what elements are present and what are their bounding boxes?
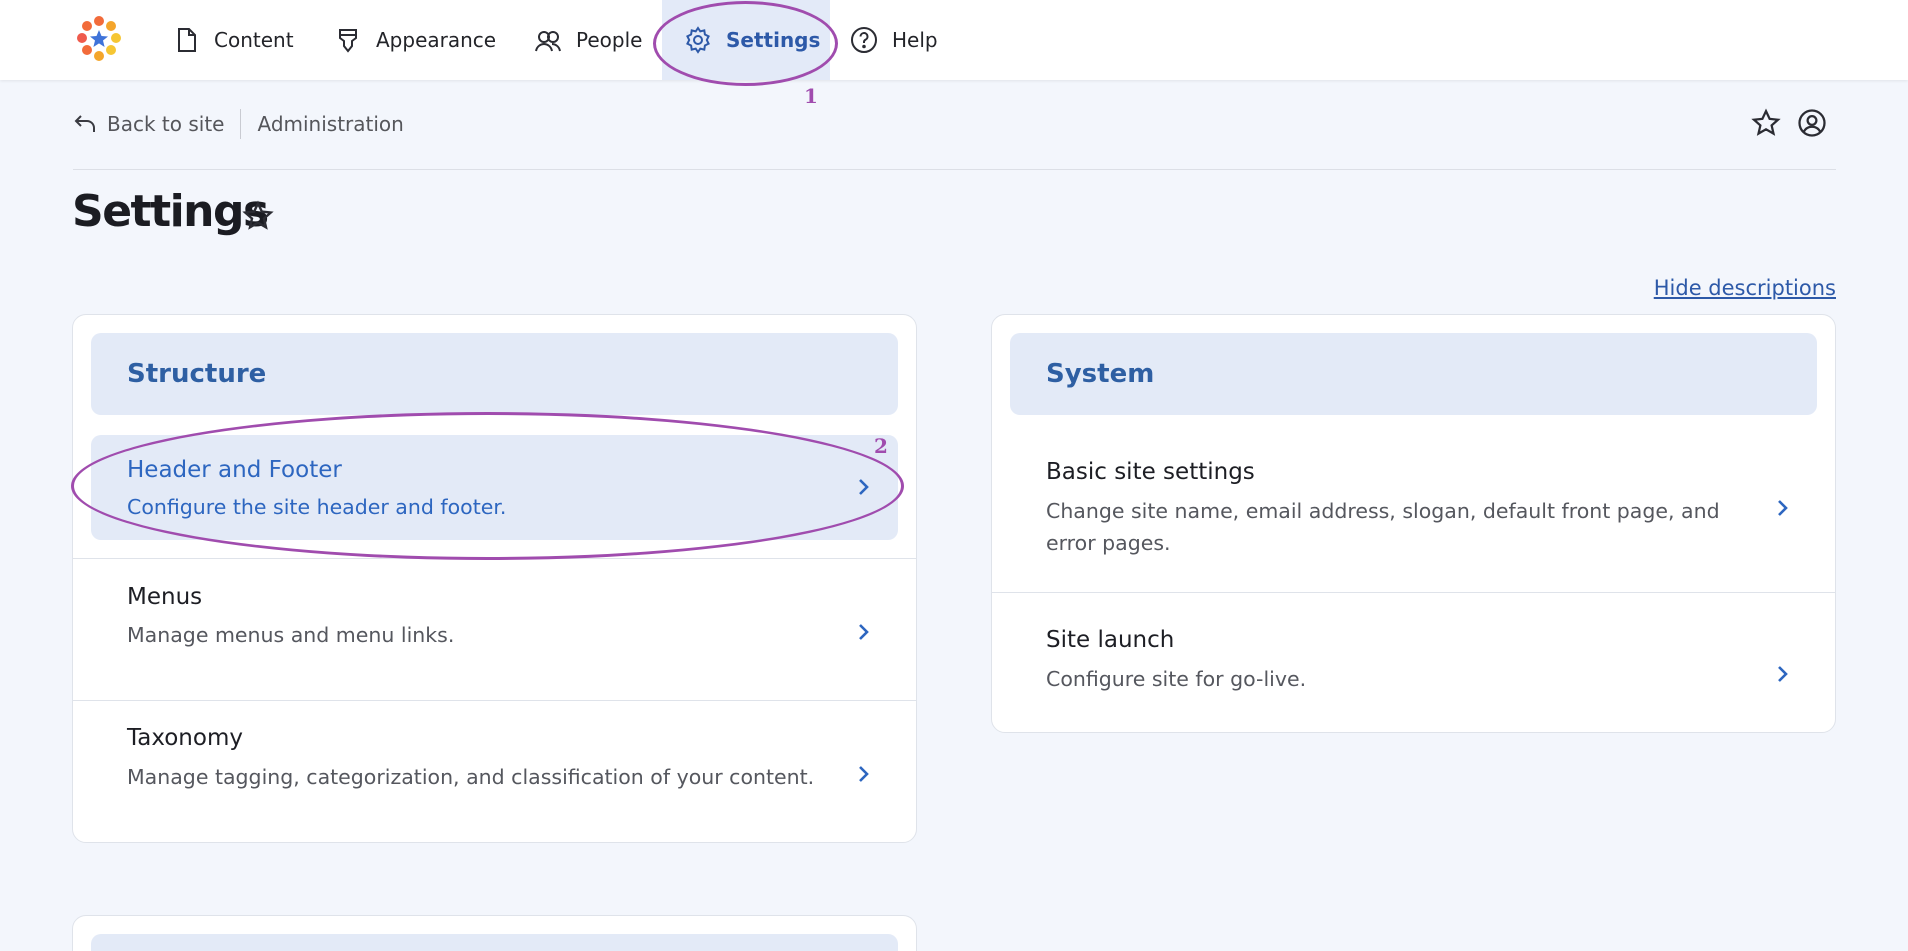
help-icon [851,27,877,53]
nav-people[interactable]: People [534,0,642,80]
item-title: Basic site settings [1046,459,1255,485]
item-description: Manage tagging, categorization, and clas… [127,765,815,789]
user-icon[interactable] [1797,108,1827,138]
header-divider [73,169,1836,170]
chevron-right-icon [859,766,869,782]
additional-card [72,915,917,951]
chevron-right-icon [1778,666,1788,682]
chevron-right-icon [1778,500,1788,516]
nav-settings[interactable]: Settings [662,0,830,80]
structure-item-taxonomy[interactable]: Taxonomy Manage tagging, categorization,… [73,701,916,842]
people-icon [535,31,561,52]
star-icon[interactable] [1751,108,1781,138]
item-title: Header and Footer [127,457,342,483]
system-card: System Basic site settings Change site n… [991,314,1836,733]
nav-content-label: Content [214,28,294,52]
item-title: Site launch [1046,627,1175,653]
structure-item-header-footer[interactable]: Header and Footer Configure the site hea… [91,435,898,540]
back-to-site-label: Back to site [107,112,225,136]
chevron-right-icon [859,479,869,495]
nav-help[interactable]: Help [850,0,938,80]
nav-content[interactable]: Content [172,0,294,80]
nav-settings-label: Settings [726,28,821,52]
chevron-right-icon [859,624,869,640]
item-title: Menus [127,584,203,610]
item-description: Change site name, email address, slogan,… [1046,499,1720,555]
top-navigation: Content Appearance People Settings Help [0,0,1908,80]
breadcrumb-divider [240,109,242,139]
nav-people-label: People [576,28,643,52]
structure-card: Structure Header and Footer Configure th… [72,314,917,843]
system-item-basic-site-settings[interactable]: Basic site settings Change site name, em… [992,419,1835,593]
annotation-number-1: 1 [804,84,818,108]
back-to-site-link[interactable]: Back to site [73,112,224,136]
item-description: Manage menus and menu links. [127,623,455,647]
nav-appearance-label: Appearance [376,28,497,52]
breadcrumb-current[interactable]: Administration [257,112,403,136]
structure-item-menus[interactable]: Menus Manage menus and menu links. [73,559,916,701]
structure-heading: Structure [91,333,898,415]
nav-help-label: Help [892,28,938,52]
system-item-site-launch[interactable]: Site launch Configure site for go-live. [992,593,1835,732]
content-icon [178,28,196,52]
item-description: Configure site for go-live. [1046,667,1307,691]
back-arrow-icon [74,115,95,132]
system-heading: System [1010,333,1817,415]
favorite-star-icon[interactable] [242,200,274,232]
logo-icon[interactable] [74,15,124,63]
nav-appearance[interactable]: Appearance [334,0,496,80]
annotation-number-2: 2 [874,434,888,458]
appearance-icon [339,29,357,53]
settings-icon [686,26,710,54]
item-title: Taxonomy [127,725,243,751]
page-title: Settings [72,186,269,237]
hide-descriptions-link[interactable]: Hide descriptions [1654,276,1836,300]
additional-card-heading [91,934,898,951]
item-description: Configure the site header and footer. [127,495,507,519]
breadcrumb: Back to site Administration [73,104,404,144]
